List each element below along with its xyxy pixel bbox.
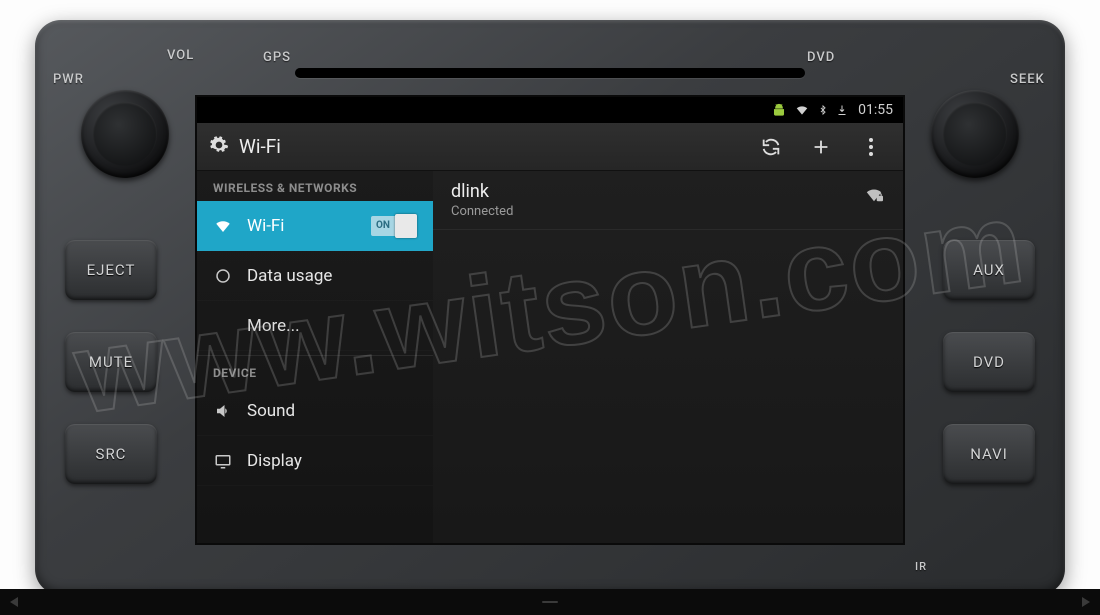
ir-label: IR [915, 560, 927, 573]
pwr-label: PWR [53, 72, 84, 87]
sidebar-item-sound[interactable]: Sound [197, 386, 433, 436]
head-unit-bezel: PWR VOL GPS DVD SEEK IR EJECT MUTE SRC A… [35, 20, 1065, 595]
dvd-label: DVD [807, 50, 835, 65]
seek-knob[interactable] [931, 90, 1019, 178]
section-wireless: WIRELESS & NETWORKS [197, 171, 433, 201]
wifi-network-item[interactable]: dlink Connected [433, 171, 903, 230]
download-icon [836, 103, 848, 117]
android-icon [772, 103, 786, 117]
refresh-button[interactable] [751, 127, 791, 167]
add-network-button[interactable] [801, 127, 841, 167]
page-title: Wi-Fi [239, 135, 741, 158]
volume-knob[interactable] [81, 90, 169, 178]
sound-icon [213, 401, 233, 421]
sidebar-item-wifi[interactable]: Wi-Fi ON [197, 201, 433, 251]
sidebar-item-label: Display [247, 451, 302, 471]
sidebar-item-data-usage[interactable]: Data usage [197, 251, 433, 301]
sidebar-item-label: Data usage [247, 266, 332, 286]
seek-label: SEEK [1010, 72, 1045, 87]
mute-button[interactable]: MUTE [65, 332, 157, 392]
network-ssid: dlink [451, 181, 885, 202]
wifi-network-list: dlink Connected [433, 171, 903, 543]
sidebar-item-more[interactable]: More... [197, 301, 433, 351]
vol-label: VOL [167, 48, 194, 63]
wifi-icon [213, 216, 233, 236]
wifi-secured-icon [863, 185, 885, 207]
photo-bottom-bar [0, 589, 1100, 615]
wifi-icon [794, 103, 810, 117]
network-status: Connected [451, 204, 885, 219]
data-usage-icon [213, 266, 233, 286]
pager-dot [542, 601, 558, 603]
settings-icon [209, 135, 229, 159]
dvd-button[interactable]: DVD [943, 332, 1035, 392]
aux-button[interactable]: AUX [943, 240, 1035, 300]
eject-button[interactable]: EJECT [65, 240, 157, 300]
action-bar: Wi-Fi [197, 123, 903, 171]
display-icon [213, 451, 233, 471]
bluetooth-icon [818, 103, 828, 117]
sidebar-item-label: Sound [247, 401, 295, 421]
gps-label: GPS [263, 50, 291, 65]
settings-sidebar: WIRELESS & NETWORKS Wi-Fi ON Data usage [197, 171, 433, 543]
android-screen: 01:55 Wi-Fi W [195, 95, 905, 545]
section-device: DEVICE [197, 356, 433, 386]
sidebar-item-display[interactable]: Display [197, 436, 433, 486]
sidebar-item-label: More... [247, 316, 300, 336]
navi-button[interactable]: NAVI [943, 424, 1035, 484]
src-button[interactable]: SRC [65, 424, 157, 484]
status-bar: 01:55 [197, 97, 903, 123]
sidebar-item-label: Wi-Fi [247, 216, 284, 236]
disc-slot[interactable] [295, 68, 805, 78]
prev-arrow-icon[interactable] [10, 597, 18, 607]
next-arrow-icon[interactable] [1082, 597, 1090, 607]
status-clock: 01:55 [858, 102, 893, 118]
wifi-toggle[interactable]: ON [371, 216, 417, 236]
overflow-menu-button[interactable] [851, 127, 891, 167]
